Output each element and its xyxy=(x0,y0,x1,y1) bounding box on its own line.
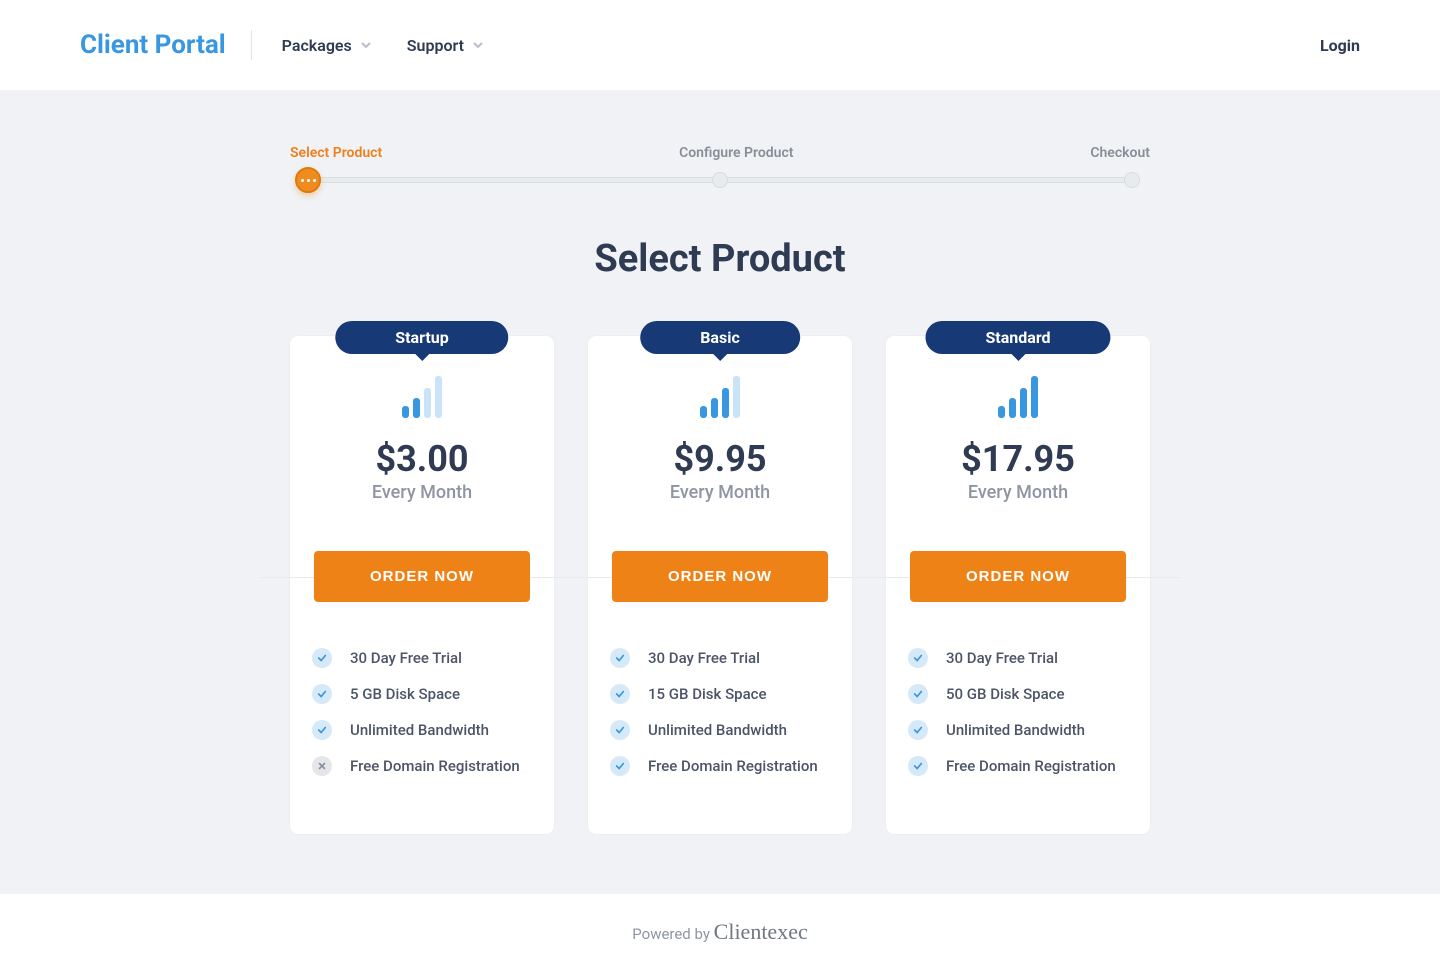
feature-text: 15 GB Disk Space xyxy=(648,685,767,703)
check-icon xyxy=(908,756,928,776)
order-now-button[interactable]: ORDER NOW xyxy=(612,551,828,602)
plan-card: Basic$9.95Every MonthORDER NOW30 Day Fre… xyxy=(588,336,852,834)
container: Select Product Configure Product Checkou… xyxy=(240,145,1200,834)
feature-text: Unlimited Bandwidth xyxy=(946,721,1085,739)
plan-price: $9.95 xyxy=(588,438,852,480)
signal-bars-icon xyxy=(588,374,852,418)
feature-item: 15 GB Disk Space xyxy=(610,676,830,712)
progress-node-active xyxy=(295,167,321,193)
nav-packages-label: Packages xyxy=(282,36,352,55)
footer-brand: Clientexec xyxy=(714,919,808,944)
check-icon xyxy=(610,684,630,704)
plan-badge: Standard xyxy=(925,321,1110,354)
signal-bars-icon xyxy=(886,374,1150,418)
order-section: ORDER NOW xyxy=(886,503,1150,602)
feature-item: 5 GB Disk Space xyxy=(312,676,532,712)
check-icon xyxy=(312,648,332,668)
order-section: ORDER NOW xyxy=(290,503,554,602)
feature-item: Free Domain Registration xyxy=(908,748,1128,784)
check-icon xyxy=(312,720,332,740)
features-list: 30 Day Free Trial 50 GB Disk Space Unlimit… xyxy=(886,602,1150,834)
progress-bar xyxy=(290,173,1150,187)
nav-packages[interactable]: Packages xyxy=(282,36,372,55)
check-icon xyxy=(908,720,928,740)
nav-support-label: Support xyxy=(407,36,464,55)
signal-bars-icon xyxy=(290,374,554,418)
plan-period: Every Month xyxy=(588,482,852,503)
feature-text: 30 Day Free Trial xyxy=(648,649,760,667)
feature-text: Unlimited Bandwidth xyxy=(350,721,489,739)
feature-item: Unlimited Bandwidth xyxy=(610,712,830,748)
plan-badge: Basic xyxy=(640,321,800,354)
page-title: Select Product xyxy=(290,237,1150,281)
footer-text: Powered by xyxy=(632,925,713,943)
login-button[interactable]: Login xyxy=(1320,36,1360,55)
features-list: 30 Day Free Trial 15 GB Disk Space Unlimit… xyxy=(588,602,852,834)
check-icon xyxy=(908,648,928,668)
plan-period: Every Month xyxy=(886,482,1150,503)
feature-text: 30 Day Free Trial xyxy=(946,649,1058,667)
feature-text: 5 GB Disk Space xyxy=(350,685,460,703)
feature-item: Free Domain Registration xyxy=(610,748,830,784)
feature-item: Unlimited Bandwidth xyxy=(908,712,1128,748)
feature-item: 30 Day Free Trial xyxy=(610,640,830,676)
feature-item: 50 GB Disk Space xyxy=(908,676,1128,712)
check-icon xyxy=(312,684,332,704)
feature-text: Unlimited Bandwidth xyxy=(648,721,787,739)
feature-text: Free Domain Registration xyxy=(648,757,818,775)
progress-labels: Select Product Configure Product Checkou… xyxy=(290,145,1150,161)
plan-price: $17.95 xyxy=(886,438,1150,480)
feature-item: 30 Day Free Trial xyxy=(908,640,1128,676)
feature-item: Unlimited Bandwidth xyxy=(312,712,532,748)
feature-text: Free Domain Registration xyxy=(946,757,1116,775)
logo[interactable]: Client Portal xyxy=(80,30,252,60)
order-now-button[interactable]: ORDER NOW xyxy=(910,551,1126,602)
header: Client Portal Packages Support Login xyxy=(0,0,1440,90)
progress-step-3-label: Checkout xyxy=(1090,145,1150,161)
check-icon xyxy=(610,756,630,776)
order-section: ORDER NOW xyxy=(588,503,852,602)
progress-step-1-label: Select Product xyxy=(290,145,382,161)
check-icon xyxy=(610,720,630,740)
feature-text: Free Domain Registration xyxy=(350,757,520,775)
main: Select Product Configure Product Checkou… xyxy=(0,90,1440,894)
progress-node-2 xyxy=(712,172,728,188)
chevron-down-icon xyxy=(472,39,484,51)
footer: Powered by Clientexec xyxy=(0,894,1440,970)
plan-badge: Startup xyxy=(335,321,508,354)
chevron-down-icon xyxy=(360,39,372,51)
cross-icon xyxy=(312,756,332,776)
order-now-button[interactable]: ORDER NOW xyxy=(314,551,530,602)
plan-card: Standard$17.95Every MonthORDER NOW30 Day… xyxy=(886,336,1150,834)
plans-grid: Startup$3.00Every MonthORDER NOW30 Day F… xyxy=(290,336,1150,834)
header-left: Client Portal Packages Support xyxy=(80,30,484,60)
feature-item: 30 Day Free Trial xyxy=(312,640,532,676)
nav-links: Packages Support xyxy=(282,36,484,55)
feature-text: 30 Day Free Trial xyxy=(350,649,462,667)
check-icon xyxy=(908,684,928,704)
nav-support[interactable]: Support xyxy=(407,36,484,55)
progress-node-3 xyxy=(1124,172,1140,188)
feature-item: Free Domain Registration xyxy=(312,748,532,784)
plan-period: Every Month xyxy=(290,482,554,503)
feature-text: 50 GB Disk Space xyxy=(946,685,1065,703)
features-list: 30 Day Free Trial 5 GB Disk Space Unlimite… xyxy=(290,602,554,834)
plan-card: Startup$3.00Every MonthORDER NOW30 Day F… xyxy=(290,336,554,834)
check-icon xyxy=(610,648,630,668)
plan-price: $3.00 xyxy=(290,438,554,480)
progress-step-2-label: Configure Product xyxy=(679,145,793,161)
